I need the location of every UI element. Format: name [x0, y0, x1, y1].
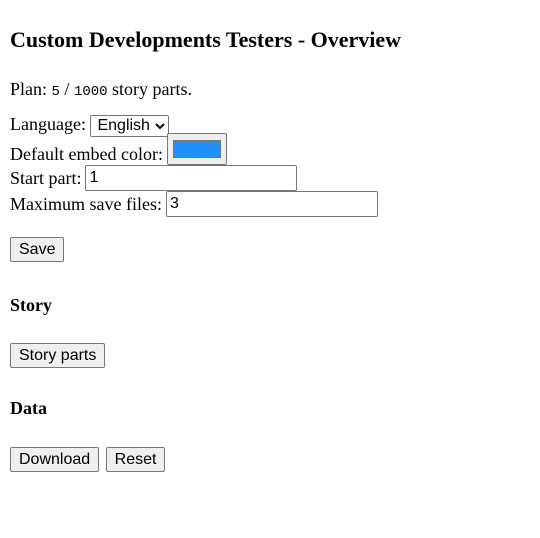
save-wrap: Save — [10, 237, 530, 262]
data-actions: Download Reset — [10, 447, 530, 472]
start-part-label: Start part: — [10, 168, 82, 188]
language-row: Language: English — [10, 113, 530, 139]
embed-color-label: Default embed color: — [10, 144, 163, 164]
settings-form: Language: English Default embed color: S… — [10, 113, 530, 262]
embed-color-row: Default embed color: — [10, 133, 530, 165]
download-button[interactable]: Download — [10, 447, 100, 472]
plan-separator: / — [64, 79, 70, 99]
page: Custom Developments Testers - Overview P… — [0, 26, 540, 472]
embed-color-picker[interactable] — [166, 133, 227, 165]
plan-usage: Plan: 5 / 1000 story parts. — [10, 78, 530, 103]
max-save-row: Maximum save files: — [10, 191, 530, 217]
max-save-input[interactable] — [165, 191, 378, 217]
reset-button[interactable]: Reset — [105, 447, 166, 472]
page-title: Custom Developments Testers - Overview — [10, 27, 402, 52]
data-heading: Data — [10, 398, 47, 418]
story-actions: Story parts — [10, 343, 530, 368]
embed-color-swatch — [172, 140, 221, 158]
plan-limit: 1000 — [73, 84, 108, 100]
start-part-input[interactable] — [85, 165, 298, 191]
plan-used-count: 5 — [51, 84, 60, 100]
story-heading: Story — [10, 295, 52, 315]
start-part-row: Start part: — [10, 165, 530, 191]
language-label: Language: — [10, 114, 86, 134]
language-select[interactable]: English — [90, 114, 170, 137]
max-save-label: Maximum save files: — [10, 194, 162, 214]
story-parts-button[interactable]: Story parts — [10, 343, 106, 368]
plan-suffix: story parts. — [112, 79, 193, 99]
save-button[interactable]: Save — [10, 237, 65, 262]
plan-label: Plan: — [10, 79, 48, 99]
